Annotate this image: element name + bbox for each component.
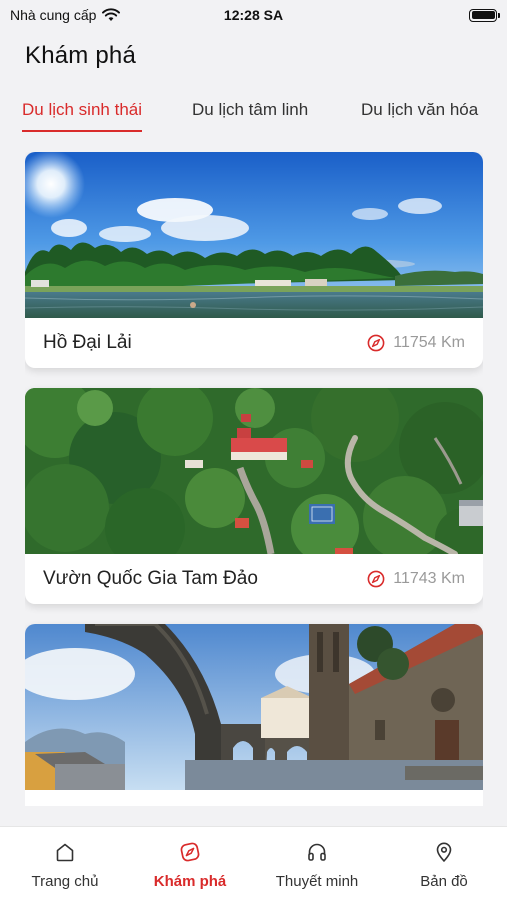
- place-name: Vườn Quốc Gia Tam Đảo: [43, 568, 258, 589]
- tab-label: Du lịch tâm linh: [192, 100, 309, 119]
- nav-label: Thuyết minh: [275, 873, 359, 890]
- tab-cultural-tourism[interactable]: Du lịch văn hóa: [361, 100, 478, 134]
- page-title: Khám phá: [25, 42, 137, 69]
- headphones-icon: [308, 843, 326, 861]
- place-image-forest: [25, 388, 483, 554]
- status-bar: Nhà cung cấp 12:28 SA: [0, 0, 507, 30]
- nav-explore[interactable]: Khám phá: [127, 827, 253, 900]
- active-tab-indicator: [22, 130, 143, 132]
- status-time: 12:28 SA: [223, 7, 284, 23]
- nav-label: Bản đồ: [420, 873, 468, 890]
- card-footer: Vườn Quốc Gia Tam Đảo 11743 Km: [25, 554, 483, 604]
- place-card[interactable]: Vườn Quốc Gia Tam Đảo 11743 Km: [25, 388, 483, 604]
- map-pin-icon: [436, 842, 452, 862]
- place-image-lake: [25, 152, 483, 318]
- card-footer: Hồ Đại Lải 11754 Km: [25, 318, 483, 368]
- places-list: Hồ Đại Lải 11754 Km Vườn Quốc Gia Tam Đả…: [25, 152, 483, 806]
- tab-label: Du lịch sinh thái: [22, 100, 143, 119]
- bottom-nav: Trang chủ Khám phá Thuyết minh Bản đồ: [0, 826, 507, 900]
- distance-value: 11743 Km: [393, 570, 465, 587]
- tab-label: Du lịch văn hóa: [361, 100, 479, 119]
- tab-spiritual-tourism[interactable]: Du lịch tâm linh: [192, 100, 308, 134]
- nav-audio-guide[interactable]: Thuyết minh: [254, 827, 380, 900]
- status-left: Nhà cung cấp: [10, 7, 121, 23]
- battery-icon: [469, 8, 500, 22]
- category-tabs: Du lịch sinh thái Du lịch tâm linh Du lị…: [0, 100, 507, 136]
- tab-ecotourism[interactable]: Du lịch sinh thái: [22, 100, 143, 134]
- card-footer: [25, 790, 483, 806]
- place-image-stone-church: [25, 624, 483, 790]
- place-distance: 11754 Km: [367, 334, 465, 352]
- compass-icon: [367, 334, 385, 352]
- nav-map[interactable]: Bản đồ: [381, 827, 507, 900]
- place-card[interactable]: [25, 624, 483, 806]
- nav-home[interactable]: Trang chủ: [2, 827, 128, 900]
- wifi-icon: [102, 8, 121, 21]
- distance-value: 11754 Km: [393, 334, 465, 351]
- compass-icon: [367, 570, 385, 588]
- explore-icon: [180, 842, 200, 862]
- place-name: Hồ Đại Lải: [43, 332, 132, 353]
- place-card[interactable]: Hồ Đại Lải 11754 Km: [25, 152, 483, 368]
- carrier-label: Nhà cung cấp: [10, 7, 97, 23]
- nav-label: Trang chủ: [31, 873, 99, 890]
- home-icon: [56, 843, 74, 862]
- place-distance: 11743 Km: [367, 570, 465, 588]
- nav-label: Khám phá: [153, 873, 227, 890]
